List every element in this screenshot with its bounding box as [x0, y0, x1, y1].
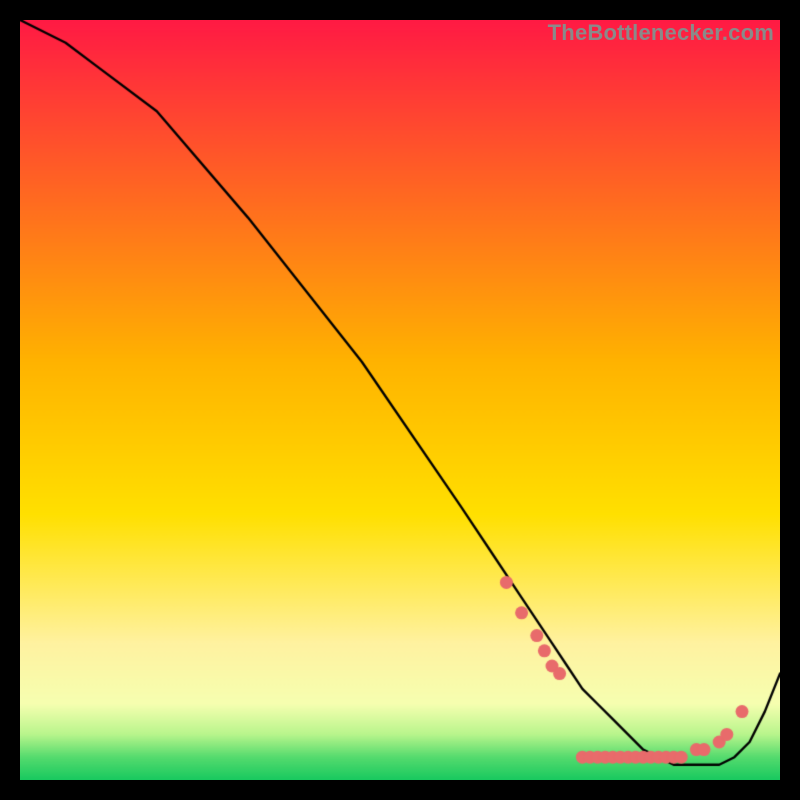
chart-plot — [20, 20, 780, 780]
watermark-text: TheBottlenecker.com — [548, 20, 774, 46]
chart-stage: TheBottlenecker.com — [0, 0, 800, 800]
chart-frame: TheBottlenecker.com — [20, 20, 780, 780]
